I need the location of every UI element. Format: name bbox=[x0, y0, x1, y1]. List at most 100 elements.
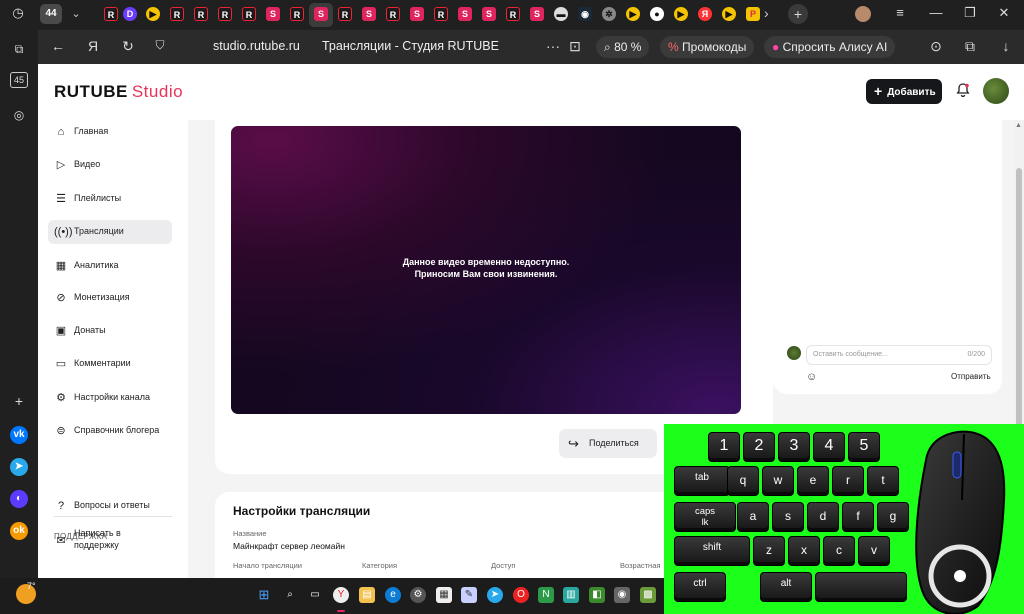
name-field-value[interactable]: Майнкрафт сервер леомайн bbox=[233, 541, 345, 551]
sidebar-item-monetization[interactable]: ⊘ Монетизация bbox=[48, 286, 172, 310]
add-button[interactable]: + Добавить bbox=[866, 79, 942, 104]
task-view-icon[interactable]: ▭ bbox=[307, 587, 323, 603]
more-dots[interactable]: ··· bbox=[543, 38, 563, 54]
back-arrow-icon[interactable]: ← bbox=[48, 38, 68, 54]
new-tab-plus-icon[interactable]: + bbox=[788, 4, 808, 24]
tab-studio-icon-active[interactable]: S bbox=[314, 7, 328, 21]
store-icon[interactable]: ▦ bbox=[436, 587, 452, 603]
sidebar-item-broadcasts[interactable]: ((•)) Трансляции bbox=[48, 220, 172, 244]
tab-rutube-icon[interactable]: R bbox=[218, 7, 232, 21]
reader-icon[interactable]: ⊙ bbox=[926, 38, 946, 55]
start-icon[interactable]: ⊞ bbox=[256, 587, 272, 603]
restore-icon[interactable]: ❐ bbox=[960, 5, 980, 21]
tab-steam-icon[interactable]: ◉ bbox=[578, 7, 592, 21]
video-player[interactable]: Данное видео временно недоступно. Принос… bbox=[231, 126, 741, 414]
opera-icon[interactable]: O bbox=[513, 587, 529, 603]
bookmark-icon[interactable]: ⊡ bbox=[565, 38, 585, 55]
zoom-chip[interactable]: ⌕ 80 % bbox=[596, 36, 650, 58]
add-panel-icon[interactable]: + bbox=[10, 392, 28, 410]
tab-rutube-icon[interactable]: R bbox=[386, 7, 400, 21]
game-icon[interactable]: ▩ bbox=[640, 587, 656, 603]
alice-label: Спросить Алису AI bbox=[782, 40, 888, 54]
sidebar-item-analytics[interactable]: ▦ Аналитика bbox=[48, 254, 172, 278]
tabs-icon[interactable]: ⧉ bbox=[10, 40, 28, 58]
tab-play-icon[interactable]: ▶ bbox=[674, 7, 688, 21]
tab-studio-icon[interactable]: S bbox=[530, 7, 544, 21]
tab-app-icon[interactable]: D bbox=[123, 7, 137, 21]
promo-chip[interactable]: % Промокоды bbox=[660, 36, 755, 58]
sidebar-item-comments[interactable]: ▭ Комментарии bbox=[48, 352, 172, 376]
edge-icon[interactable]: e bbox=[385, 587, 401, 603]
rutube-studio-logo[interactable]: RUTUBE Studio bbox=[54, 82, 183, 102]
sidebar-item-channel-settings[interactable]: ⚙ Настройки канала bbox=[48, 386, 172, 410]
chat-message-input[interactable]: Оставить сообщение... 0/200 bbox=[806, 345, 992, 365]
yandex-browser-icon[interactable]: Y bbox=[333, 587, 349, 603]
telegram-taskbar-icon[interactable]: ➤ bbox=[487, 587, 503, 603]
search-icon[interactable]: ⌕ bbox=[282, 587, 298, 603]
yandex-icon[interactable]: Я bbox=[83, 38, 103, 54]
history-icon[interactable]: ◷ bbox=[8, 5, 28, 21]
tab-studio-icon[interactable]: S bbox=[266, 7, 280, 21]
user-avatar[interactable] bbox=[983, 78, 1009, 104]
tab-p-icon[interactable]: P bbox=[746, 7, 760, 21]
tab-studio-icon[interactable]: S bbox=[482, 7, 496, 21]
tab-list-chevron-icon[interactable]: ⌄ bbox=[66, 4, 86, 24]
tab-play-icon[interactable]: ▶ bbox=[146, 7, 160, 21]
share-button[interactable]: ↪ Поделиться bbox=[559, 429, 657, 458]
menu-icon[interactable]: ≡ bbox=[890, 5, 910, 20]
sidebar-item-contact-support[interactable]: ✉ Написать в поддержку bbox=[48, 526, 172, 556]
paint-icon[interactable]: ✎ bbox=[461, 587, 477, 603]
tab-gear-icon[interactable]: ✲ bbox=[602, 7, 616, 21]
screenshot-icon[interactable]: ◎ bbox=[10, 106, 28, 124]
site-security-icon[interactable]: ⛉ bbox=[150, 38, 170, 53]
send-button[interactable]: Отправить bbox=[951, 372, 991, 381]
messenger-icon[interactable]: ◐ bbox=[10, 490, 28, 508]
vk-icon[interactable]: vk bbox=[10, 426, 28, 444]
minimize-icon[interactable]: — bbox=[926, 5, 946, 20]
obs-icon[interactable]: ◉ bbox=[614, 587, 630, 603]
tab-play-icon[interactable]: ▶ bbox=[722, 7, 736, 21]
tab-counter[interactable]: 44 bbox=[40, 4, 62, 24]
tab-rutube-icon[interactable]: R bbox=[290, 7, 304, 21]
address-bar-url[interactable]: studio.rutube.ru bbox=[213, 39, 300, 53]
collections-icon[interactable]: ⧉ bbox=[960, 38, 980, 55]
sidebar-item-handbook[interactable]: ⊜ Справочник блогера bbox=[48, 419, 172, 443]
profile-avatar[interactable] bbox=[855, 6, 871, 22]
scrollbar-thumb[interactable] bbox=[1016, 168, 1022, 468]
explorer-icon[interactable]: ▤ bbox=[359, 587, 375, 603]
tab-rutube-icon[interactable]: R bbox=[434, 7, 448, 21]
tab-studio-icon[interactable]: S bbox=[410, 7, 424, 21]
tab-minus-icon[interactable]: ▬ bbox=[554, 7, 568, 21]
download-icon[interactable]: ↓ bbox=[996, 38, 1016, 54]
tab-rutube-icon[interactable]: R bbox=[194, 7, 208, 21]
telegram-icon[interactable]: ➤ bbox=[10, 458, 28, 476]
emoji-icon[interactable]: ☺ bbox=[806, 371, 818, 383]
tab-rutube-icon[interactable]: R bbox=[242, 7, 256, 21]
alice-chip[interactable]: ● Спросить Алису AI bbox=[764, 36, 896, 58]
tab-rutube-icon[interactable]: R bbox=[338, 7, 352, 21]
scroll-up-arrow-icon[interactable]: ▲ bbox=[1015, 122, 1022, 129]
reload-icon[interactable]: ↻ bbox=[118, 38, 138, 55]
tab-rutube-icon[interactable]: R bbox=[104, 7, 118, 21]
bell-icon[interactable] bbox=[954, 82, 972, 100]
sidebar-item-video[interactable]: ▷ Видео bbox=[48, 153, 172, 177]
tab-rutube-icon[interactable]: R bbox=[506, 7, 520, 21]
tabs-scroll-right-icon[interactable]: › bbox=[764, 5, 769, 21]
settings-app-icon[interactable]: ⚙ bbox=[410, 587, 426, 603]
tab-github-icon[interactable]: ● bbox=[650, 7, 664, 21]
sidebar-item-donations[interactable]: ▣ Донаты bbox=[48, 319, 172, 343]
sidebar-item-playlists[interactable]: ☰ Плейлисты bbox=[48, 187, 172, 211]
ok-icon[interactable]: ok bbox=[10, 522, 28, 540]
sidebar-item-home[interactable]: ⌂ Главная bbox=[48, 120, 172, 144]
tab-yandex-icon[interactable]: Я bbox=[698, 7, 712, 21]
tab-play-icon[interactable]: ▶ bbox=[626, 7, 640, 21]
notes-icon[interactable]: ▥ bbox=[563, 587, 579, 603]
tab-studio-icon[interactable]: S bbox=[362, 7, 376, 21]
sidebar-item-faq[interactable]: ? Вопросы и ответы bbox=[48, 494, 172, 518]
tab-rutube-icon[interactable]: R bbox=[170, 7, 184, 21]
rail-counter-badge[interactable]: 45 bbox=[10, 72, 28, 88]
minecraft-icon[interactable]: ◧ bbox=[589, 587, 605, 603]
notepad-icon[interactable]: N bbox=[538, 587, 554, 603]
close-icon[interactable]: ✕ bbox=[994, 5, 1014, 21]
tab-studio-icon[interactable]: S bbox=[458, 7, 472, 21]
